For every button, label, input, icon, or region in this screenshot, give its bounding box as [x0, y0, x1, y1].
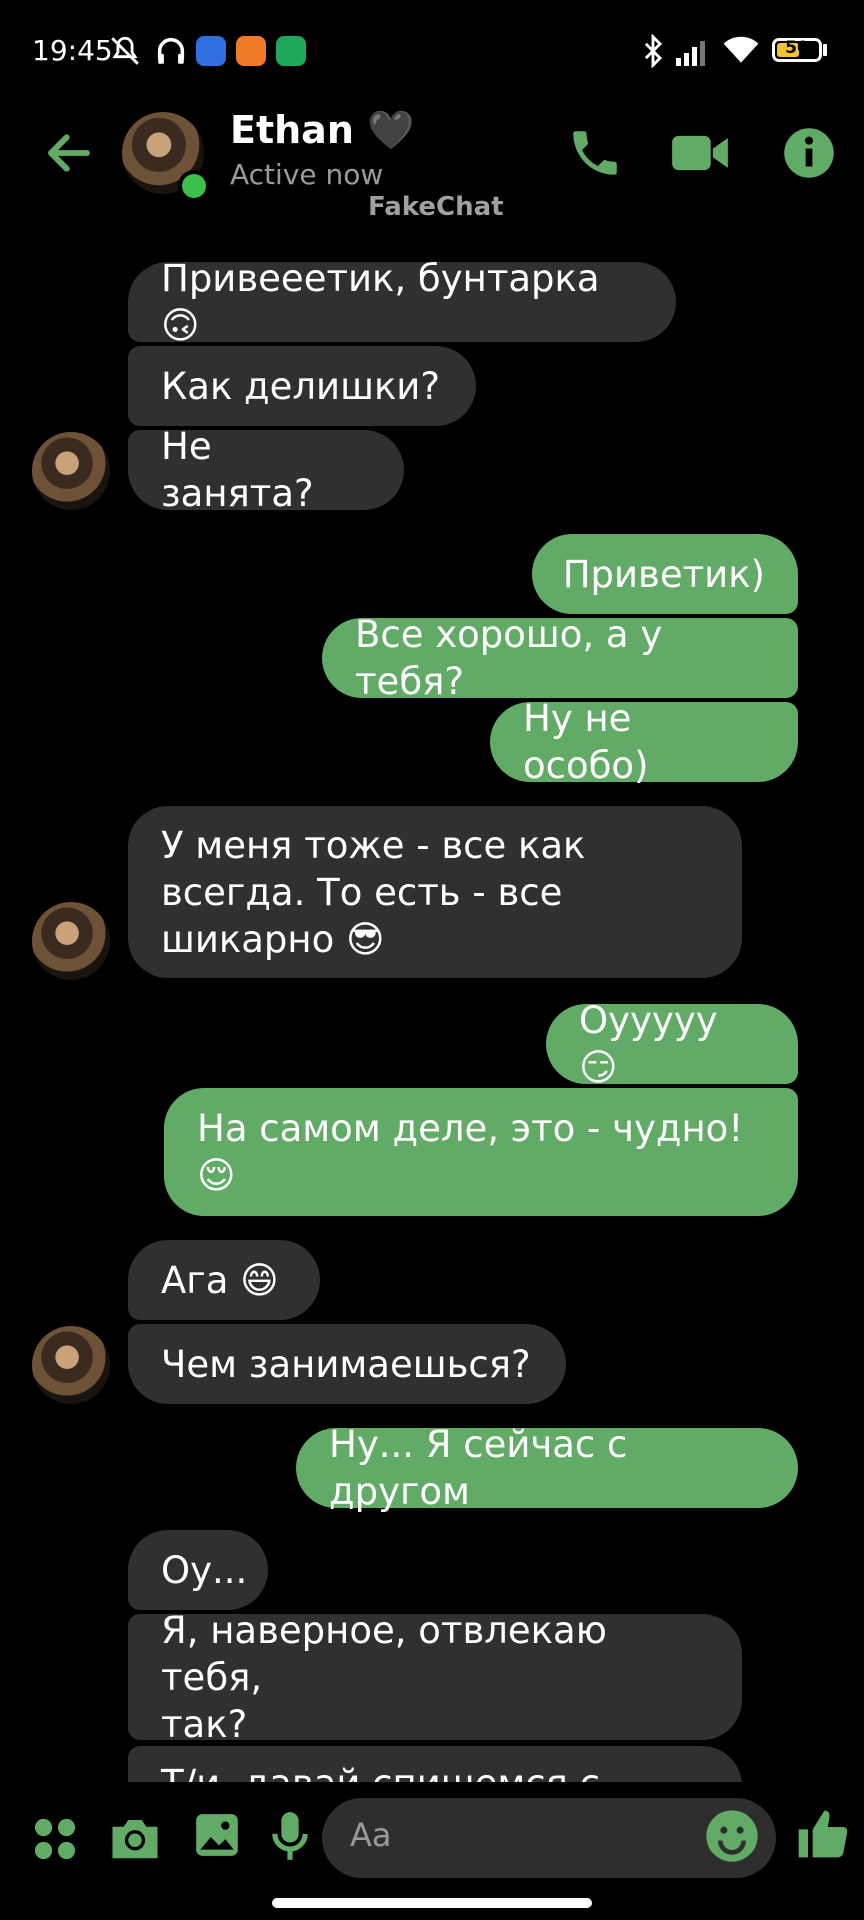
message-incoming[interactable]: Чем занимаешься?	[128, 1324, 566, 1404]
signal-icon	[676, 41, 705, 66]
status-time: 19:45	[32, 34, 113, 67]
camera-icon[interactable]	[108, 1812, 162, 1864]
message-incoming[interactable]: Как делишки?	[128, 346, 476, 426]
apps-icon[interactable]	[32, 1816, 78, 1862]
message-incoming[interactable]: Привееетик, бунтарка 🙃	[128, 257, 676, 347]
gallery-icon[interactable]	[192, 1810, 242, 1860]
sender-avatar[interactable]	[32, 902, 110, 980]
message-outgoing[interactable]: Оууууу 😏	[546, 999, 798, 1089]
app-notification-icon	[196, 36, 226, 66]
app-notification-icon	[236, 36, 266, 66]
battery-level: 50	[785, 38, 809, 58]
message-outgoing[interactable]: На самом деле, это - чудно! 😌	[164, 1088, 798, 1216]
watermark: FakeChat	[368, 192, 504, 222]
message-input-placeholder: Aa	[350, 1816, 392, 1854]
bluetooth-icon	[644, 34, 663, 68]
message-outgoing[interactable]: Ну... Я сейчас с другом	[296, 1423, 798, 1513]
message-outgoing[interactable]: Приветик)	[532, 534, 798, 614]
emoji-icon[interactable]	[704, 1808, 760, 1864]
contact-status: Active now	[230, 158, 384, 191]
contact-name[interactable]: Ethan 🖤	[230, 108, 414, 153]
battery-icon: 50	[772, 38, 822, 62]
online-indicator	[178, 170, 210, 202]
message-outgoing[interactable]: Все хорошо, а у тебя?	[322, 613, 798, 703]
like-icon[interactable]	[794, 1806, 850, 1862]
message-outgoing[interactable]: Ну не особо)	[490, 697, 798, 787]
phone-icon[interactable]	[566, 124, 624, 182]
home-indicator[interactable]	[272, 1898, 592, 1908]
sender-avatar[interactable]	[32, 432, 110, 510]
sender-avatar[interactable]	[32, 1326, 110, 1404]
message-incoming[interactable]: Оу...	[128, 1530, 268, 1610]
message-incoming[interactable]: Ага 😄	[128, 1240, 320, 1320]
info-icon[interactable]	[782, 126, 836, 180]
headphones-icon	[157, 37, 185, 64]
message-incoming[interactable]: У меня тоже - все как всегда. То есть - …	[128, 806, 742, 978]
message-incoming[interactable]: Не занята?	[128, 425, 404, 515]
video-icon[interactable]	[670, 128, 730, 178]
mute-icon	[111, 36, 139, 65]
back-arrow-icon[interactable]	[42, 126, 96, 180]
app-notification-icon	[276, 36, 306, 66]
status-bar: 19:45 50	[0, 0, 864, 100]
mic-icon[interactable]	[270, 1810, 310, 1862]
wifi-icon	[723, 36, 759, 63]
message-incoming[interactable]: Я, наверное, отвлекаю тебя, так?	[128, 1609, 742, 1746]
